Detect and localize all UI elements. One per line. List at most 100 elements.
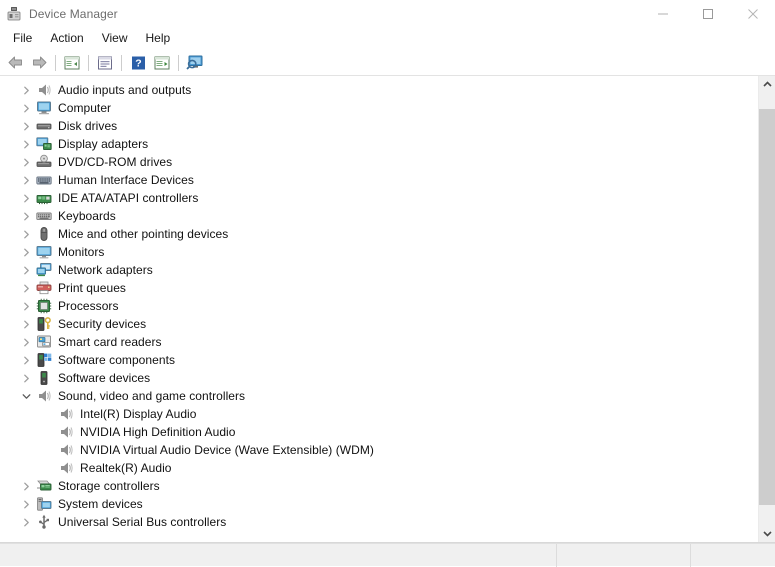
scrollbar-thumb[interactable] xyxy=(759,109,775,505)
properties-button[interactable] xyxy=(93,52,117,74)
tree-item[interactable]: IDE ATA/ATAPI controllers xyxy=(0,189,758,207)
chevron-right-icon[interactable] xyxy=(18,99,34,117)
dvd-drive-icon xyxy=(36,154,52,170)
tree-item[interactable]: Storage controllers xyxy=(0,477,758,495)
mouse-icon xyxy=(36,226,52,242)
speaker-icon xyxy=(58,460,74,476)
scrollbar-track[interactable] xyxy=(759,93,775,525)
device-tree[interactable]: Audio inputs and outputs Computer Disk dri… xyxy=(0,76,758,542)
display-adapter-icon xyxy=(36,136,52,152)
chevron-right-icon[interactable] xyxy=(18,117,34,135)
tree-item[interactable]: System devices xyxy=(0,495,758,513)
tree-item[interactable]: Software components xyxy=(0,351,758,369)
chevron-right-icon[interactable] xyxy=(18,297,34,315)
chevron-right-icon[interactable] xyxy=(18,477,34,495)
device-manager-window: Device Manager File Action View Help ? A… xyxy=(0,0,775,567)
title-bar: Device Manager xyxy=(0,0,775,28)
tree-item[interactable]: Universal Serial Bus controllers xyxy=(0,513,758,531)
tree-item-label: Software devices xyxy=(58,371,151,385)
menu-item-action[interactable]: Action xyxy=(41,29,92,49)
tree-item[interactable]: Smart card readers xyxy=(0,333,758,351)
menu-item-view[interactable]: View xyxy=(93,29,137,49)
tree-item-label: Audio inputs and outputs xyxy=(58,83,192,97)
chevron-right-icon[interactable] xyxy=(18,513,34,531)
scroll-down-arrow-icon[interactable] xyxy=(759,525,775,542)
help-button[interactable]: ? xyxy=(126,52,150,74)
minimize-button[interactable] xyxy=(640,0,685,28)
monitor-icon xyxy=(36,244,52,260)
tree-item-label: Monitors xyxy=(58,245,105,259)
tree-item[interactable]: Display adapters xyxy=(0,135,758,153)
tree-item-label: Smart card readers xyxy=(58,335,162,349)
tree-item-label: DVD/CD-ROM drives xyxy=(58,155,173,169)
tree-item[interactable]: Audio inputs and outputs xyxy=(0,81,758,99)
chevron-right-icon[interactable] xyxy=(18,351,34,369)
tree-item[interactable]: Security devices xyxy=(0,315,758,333)
tree-item[interactable]: Realtek(R) Audio xyxy=(0,459,758,477)
tree-item[interactable]: Keyboards xyxy=(0,207,758,225)
tree-item[interactable]: Computer xyxy=(0,99,758,117)
chevron-right-icon[interactable] xyxy=(18,153,34,171)
computer-icon xyxy=(36,100,52,116)
chevron-right-icon[interactable] xyxy=(18,261,34,279)
tree-item[interactable]: Intel(R) Display Audio xyxy=(0,405,758,423)
tree-item[interactable]: Sound, video and game controllers xyxy=(0,387,758,405)
tree-item-label: Sound, video and game controllers xyxy=(58,389,246,403)
forward-button[interactable] xyxy=(27,52,51,74)
tree-item-label: Realtek(R) Audio xyxy=(80,461,172,475)
tree-item-label: Computer xyxy=(58,101,112,115)
chevron-right-icon[interactable] xyxy=(18,171,34,189)
status-bar xyxy=(0,543,775,567)
tree-item-label: Intel(R) Display Audio xyxy=(80,407,197,421)
update-driver-button[interactable] xyxy=(150,52,174,74)
tree-item[interactable]: Network adapters xyxy=(0,261,758,279)
scan-for-hardware-changes-button[interactable] xyxy=(183,52,207,74)
tree-item[interactable]: Print queues xyxy=(0,279,758,297)
tree-item[interactable]: NVIDIA High Definition Audio xyxy=(0,423,758,441)
menu-item-help[interactable]: Help xyxy=(137,29,180,49)
back-button[interactable] xyxy=(3,52,27,74)
close-button[interactable] xyxy=(730,0,775,28)
speaker-icon xyxy=(58,406,74,422)
tree-item-label: Print queues xyxy=(58,281,126,295)
chevron-right-icon[interactable] xyxy=(18,315,34,333)
toolbar-separator-4 xyxy=(178,54,179,71)
chevron-right-icon[interactable] xyxy=(18,207,34,225)
tree-item[interactable]: Disk drives xyxy=(0,117,758,135)
processor-icon xyxy=(36,298,52,314)
vertical-scrollbar[interactable] xyxy=(758,76,775,542)
tree-item-label: Storage controllers xyxy=(58,479,160,493)
speaker-icon xyxy=(58,442,74,458)
chevron-right-icon[interactable] xyxy=(18,225,34,243)
tree-item[interactable]: Processors xyxy=(0,297,758,315)
hid-icon xyxy=(36,172,52,188)
chevron-right-icon[interactable] xyxy=(18,135,34,153)
tree-item-label: Disk drives xyxy=(58,119,118,133)
tree-item[interactable]: DVD/CD-ROM drives xyxy=(0,153,758,171)
chevron-right-icon[interactable] xyxy=(18,81,34,99)
tree-item-label: System devices xyxy=(58,497,143,511)
speaker-icon xyxy=(36,82,52,98)
tree-item[interactable]: Human Interface Devices xyxy=(0,171,758,189)
scroll-up-arrow-icon[interactable] xyxy=(759,76,775,93)
chevron-right-icon[interactable] xyxy=(18,369,34,387)
tree-item[interactable]: Software devices xyxy=(0,369,758,387)
network-adapter-icon xyxy=(36,262,52,278)
chevron-down-icon[interactable] xyxy=(18,387,34,405)
content-area: Audio inputs and outputs Computer Disk dri… xyxy=(0,76,775,543)
status-bar-segment-1 xyxy=(556,543,690,567)
chevron-right-icon[interactable] xyxy=(18,243,34,261)
chevron-right-icon[interactable] xyxy=(18,333,34,351)
security-device-icon xyxy=(36,316,52,332)
chevron-right-icon[interactable] xyxy=(18,279,34,297)
tree-item-label: NVIDIA Virtual Audio Device (Wave Extens… xyxy=(80,443,374,457)
tree-item[interactable]: Mice and other pointing devices xyxy=(0,225,758,243)
tree-item[interactable]: NVIDIA Virtual Audio Device (Wave Extens… xyxy=(0,441,758,459)
tree-item-label: Keyboards xyxy=(58,209,116,223)
tree-item[interactable]: Monitors xyxy=(0,243,758,261)
show-hide-console-tree-button[interactable] xyxy=(60,52,84,74)
menu-item-file[interactable]: File xyxy=(4,29,41,49)
chevron-right-icon[interactable] xyxy=(18,495,34,513)
chevron-right-icon[interactable] xyxy=(18,189,34,207)
maximize-button[interactable] xyxy=(685,0,730,28)
